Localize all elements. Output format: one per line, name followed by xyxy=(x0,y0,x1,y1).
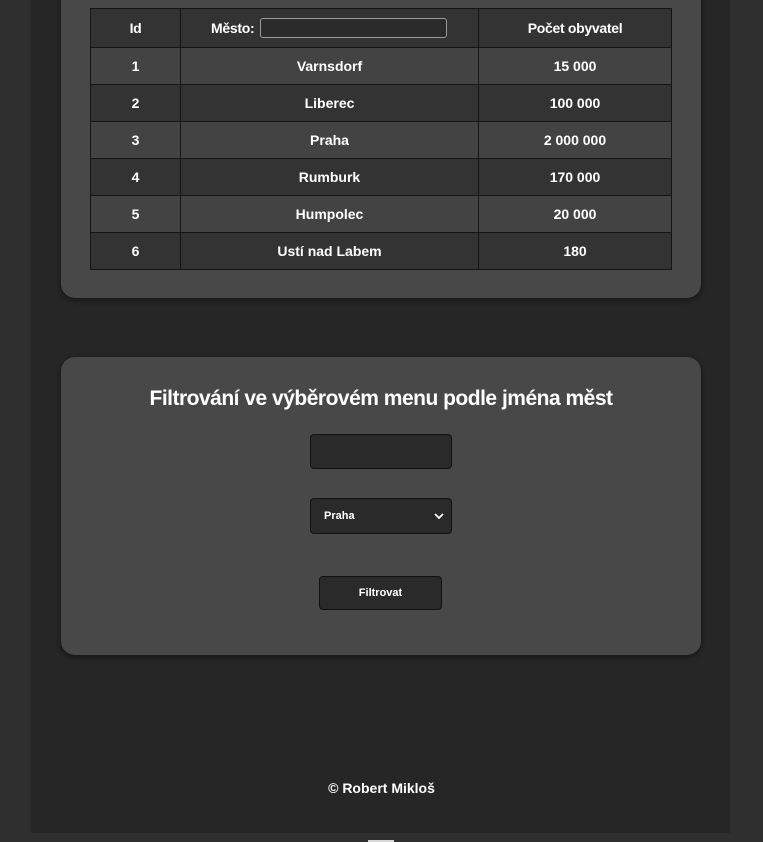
table-row: 6 Ustí nad Labem 180 xyxy=(90,232,672,270)
cell-population: 100 000 xyxy=(478,84,672,122)
city-select[interactable]: Praha xyxy=(310,498,452,534)
cell-population: 180 xyxy=(478,232,672,270)
cell-city: Liberec xyxy=(180,84,479,122)
cell-id: 1 xyxy=(90,47,181,85)
table-row: 5 Humpolec 20 000 xyxy=(90,195,672,233)
filter-button[interactable]: Filtrovat xyxy=(319,576,442,610)
header-city-label: Město: xyxy=(211,20,255,36)
cell-city: Varnsdorf xyxy=(180,47,479,85)
filter-title: Filtrování ve výběrovém menu podle jména… xyxy=(149,387,614,410)
table-row: 2 Liberec 100 000 xyxy=(90,84,672,122)
filter-card: Filtrování ve výběrovém menu podle jména… xyxy=(61,357,701,655)
table-row: 4 Rumburk 170 000 xyxy=(90,158,672,196)
cell-population: 170 000 xyxy=(478,158,672,196)
cell-id: 5 xyxy=(90,195,181,233)
cell-city: Humpolec xyxy=(180,195,479,233)
header-id: Id xyxy=(90,8,181,48)
cell-city: Praha xyxy=(180,121,479,159)
cell-city: Rumburk xyxy=(180,158,479,196)
table-header-row: Id Město: Počet obyvatel xyxy=(90,8,672,48)
chevron-down-icon xyxy=(434,513,444,520)
header-city: Město: xyxy=(180,8,479,48)
table-row: 3 Praha 2 000 000 xyxy=(90,121,672,159)
table-row: 1 Varnsdorf 15 000 xyxy=(90,47,672,85)
cell-id: 2 xyxy=(90,84,181,122)
cell-population: 15 000 xyxy=(478,47,672,85)
header-population: Počet obyvatel xyxy=(478,8,672,48)
cities-table: Id Město: Počet obyvatel 1 Varnsdorf 15 … xyxy=(90,8,672,270)
cell-city: Ustí nad Labem xyxy=(180,232,479,270)
cell-id: 6 xyxy=(90,232,181,270)
cell-id: 3 xyxy=(90,121,181,159)
city-filter-input[interactable] xyxy=(260,18,448,38)
cell-id: 4 xyxy=(90,158,181,196)
filter-text-input[interactable] xyxy=(310,434,452,469)
city-select-value: Praha xyxy=(324,510,355,522)
footer-copyright: © Robert Mikloš xyxy=(328,780,435,796)
cell-population: 20 000 xyxy=(478,195,672,233)
cell-population: 2 000 000 xyxy=(478,121,672,159)
